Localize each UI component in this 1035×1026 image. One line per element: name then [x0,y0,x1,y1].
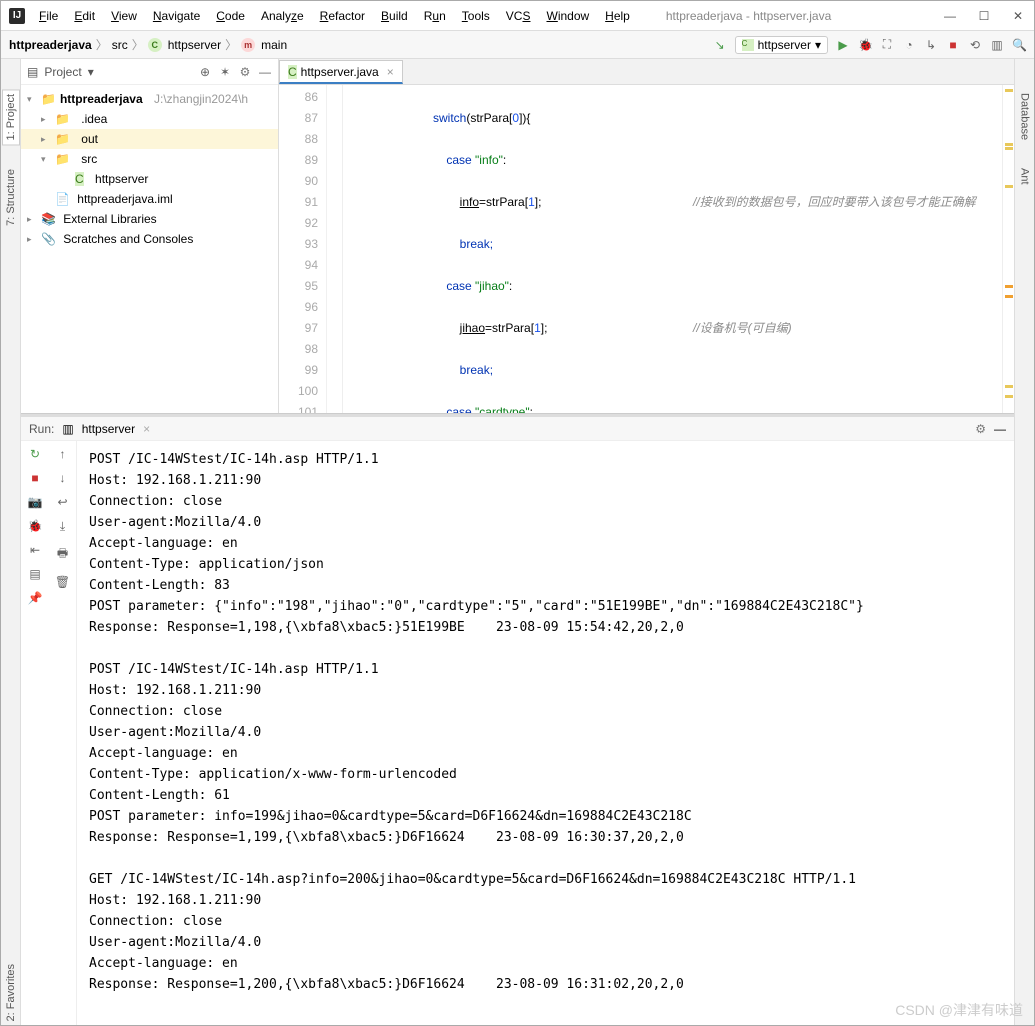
menu-tools[interactable]: Tools [456,7,496,25]
menu-file[interactable]: FFileile [33,7,64,25]
class-icon: C [288,65,297,79]
sidebar-tab-favorites[interactable]: 2: Favorites [3,960,19,1025]
fold-gutter[interactable] [327,85,343,413]
run-config-name: httpserver [758,38,811,52]
hide-run-icon[interactable]: — [994,422,1006,436]
tree-root[interactable]: ▾📁 httpreaderjava J:\zhangjin2024\h [21,89,278,109]
tree-httpserver[interactable]: C httpserver [21,169,278,189]
breadcrumb-class[interactable]: httpserver [168,38,221,52]
restart-debug-icon[interactable]: 🐞 [28,519,43,533]
search-everywhere-icon[interactable]: 🔍 [1012,38,1026,52]
stop-icon[interactable]: ■ [946,38,960,52]
layout-icon[interactable]: ▥ [990,38,1004,52]
close-tab-icon[interactable]: × [387,65,394,79]
menu-vcs[interactable]: VCS [500,7,537,25]
sidebar-tab-ant[interactable]: Ant [1017,164,1033,189]
profile-icon[interactable]: ◔ [902,38,916,52]
project-tree: ▾📁 httpreaderjava J:\zhangjin2024\h ▸📁 .… [21,85,278,253]
title-bar: IJ FFileile Edit View Navigate Code Anal… [1,1,1034,31]
soft-wrap-icon[interactable]: ↩ [57,495,67,509]
tree-src[interactable]: ▾📁 src [21,149,278,169]
update-icon[interactable]: ⟲ [968,38,982,52]
locate-icon[interactable]: ⊕ [198,65,212,79]
sidebar-tab-database[interactable]: Database [1017,89,1033,144]
class-icon: C [148,38,162,52]
code-content[interactable]: switch(strPara[0]){ case "info": info=st… [343,85,1002,413]
editor: C httpserver.java × 86878889909192939495… [279,59,1014,413]
gear-icon[interactable]: ⚙ [975,422,986,436]
attach-icon[interactable]: ↳ [924,38,938,52]
clear-icon[interactable]: 🗑 [55,575,70,589]
debug-icon[interactable]: 🐞 [858,38,872,52]
menu-run[interactable]: Run [418,7,452,25]
down-icon[interactable]: ↓ [60,471,66,485]
editor-tab-httpserver[interactable]: C httpserver.java × [279,60,403,84]
navigation-bar: httpreaderjava 〉 src 〉 C httpserver 〉 m … [1,31,1034,59]
maximize-button[interactable]: ☐ [976,9,992,23]
class-icon: C [742,39,754,51]
window-title: httpreaderjava - httpserver.java [666,9,831,23]
project-tool-window: ▤ Project ▾ ⊕ ✶ ⚙ — ▾📁 httpreaderjava J:… [21,59,279,413]
chevron-down-icon: ▾ [815,38,821,52]
tree-external-libs[interactable]: ▸📚 External Libraries [21,209,278,229]
method-icon: m [241,38,255,52]
main-menu: FFileile Edit View Navigate Code Analyze… [33,7,636,25]
layout-icon[interactable]: ▤ [29,567,40,581]
menu-analyze[interactable]: Analyze [255,7,310,25]
minimize-button[interactable]: — [942,9,958,23]
expand-all-icon[interactable]: ✶ [218,65,232,79]
pin-icon[interactable]: 📌 [28,591,43,605]
project-panel-title[interactable]: Project [44,65,81,79]
print-icon[interactable]: 🖶 [57,544,68,565]
marker-strip[interactable] [1002,85,1014,413]
console-output[interactable]: POST /IC-14WStest/IC-14h.asp HTTP/1.1 Ho… [77,441,1014,1025]
gear-icon[interactable]: ⚙ [238,65,252,79]
up-icon[interactable]: ↑ [60,447,66,461]
project-view-icon: ▤ [27,65,38,79]
menu-refactor[interactable]: Refactor [314,7,371,25]
exit-icon[interactable]: ⇤ [30,543,40,557]
menu-edit[interactable]: Edit [68,7,101,25]
class-icon: C [75,172,84,186]
menu-code[interactable]: Code [210,7,251,25]
breadcrumb-project[interactable]: httpreaderjava [9,38,92,52]
line-number-gutter: 8687888990919293949596979899100101 [279,85,327,413]
chevron-down-icon[interactable]: ▾ [88,65,94,79]
breadcrumb-src[interactable]: src [112,38,128,52]
menu-navigate[interactable]: Navigate [147,7,206,25]
menu-build[interactable]: Build [375,7,414,25]
run-config-selector[interactable]: C httpserver ▾ [735,36,828,54]
coverage-icon[interactable]: ⛶ [880,37,894,52]
run-icon[interactable]: ▶ [836,38,850,52]
app-logo-icon: IJ [9,8,25,24]
run-tool-window: Run: ▥ httpserver × ⚙ — ↻ ■ 📷 🐞 ⇤ ▤ 📌 [21,414,1014,1025]
rerun-icon[interactable]: ↻ [30,447,40,461]
build-hammer-icon[interactable]: ↘ [713,38,727,52]
editor-tab-label: httpserver.java [301,65,379,79]
run-tab-icon: ▥ [62,422,73,436]
sidebar-tab-project[interactable]: 1: Project [2,89,20,145]
tree-out[interactable]: ▸📁 out [21,129,278,149]
sidebar-tab-structure[interactable]: 7: Structure [3,165,19,230]
run-tab-name[interactable]: httpserver [82,422,135,436]
scroll-end-icon[interactable]: ⤓ [60,519,65,534]
breadcrumb-method[interactable]: main [261,38,287,52]
hide-icon[interactable]: — [258,65,272,79]
tree-iml[interactable]: 📄 httpreaderjava.iml [21,189,278,209]
dump-camera-icon[interactable]: 📷 [28,495,43,509]
menu-view[interactable]: View [105,7,143,25]
tree-idea[interactable]: ▸📁 .idea [21,109,278,129]
close-button[interactable]: ✕ [1010,9,1026,23]
menu-help[interactable]: Help [599,7,636,25]
close-run-tab-icon[interactable]: × [143,422,150,436]
tree-scratches[interactable]: ▸📎 Scratches and Consoles [21,229,278,249]
run-label: Run: [29,422,54,436]
stop-icon[interactable]: ■ [31,471,38,485]
menu-window[interactable]: Window [540,7,595,25]
